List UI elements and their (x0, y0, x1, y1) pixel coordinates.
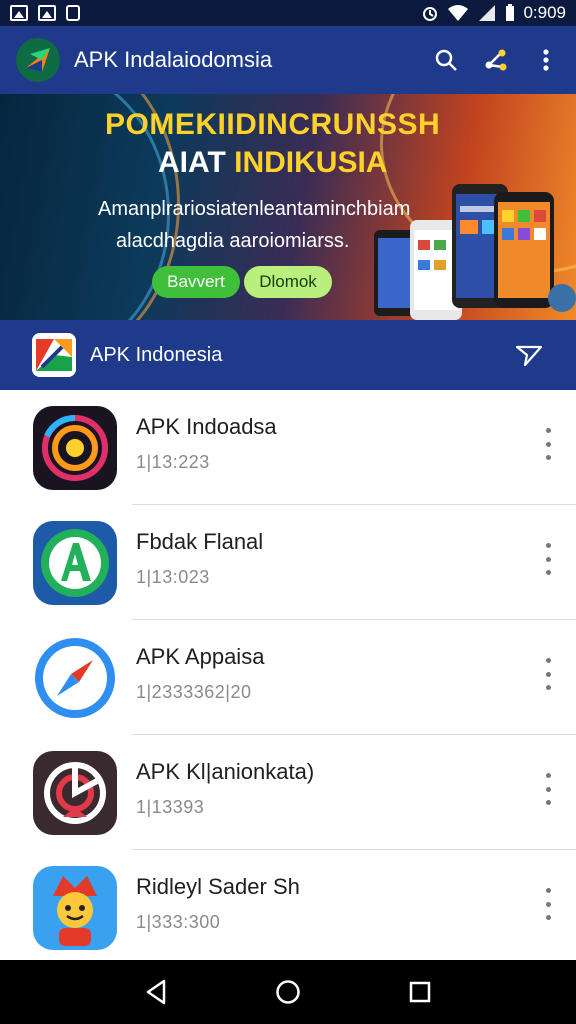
app-list: APK Indoadsa 1|13:223 Fbdak Flanal 1|13:… (0, 390, 576, 965)
phones-illustration (374, 184, 576, 320)
signal-icon (479, 5, 496, 21)
recents-icon[interactable] (405, 977, 435, 1007)
search-icon[interactable] (432, 46, 460, 74)
app-icon-target (33, 750, 117, 835)
section-title: APK Indonesia (90, 343, 223, 366)
app-icon-character (33, 865, 117, 950)
app-logo-icon[interactable] (16, 38, 60, 82)
app-name: Fbdak Flanal (136, 529, 264, 554)
banner-headline-2: AIAT INDIKUSIA (158, 146, 387, 180)
alarm-icon (423, 7, 438, 21)
status-bar: 0:909 (0, 0, 576, 26)
item-more-icon[interactable] (540, 773, 556, 805)
app-meta: 1|13:223 (136, 452, 210, 472)
app-title: APK Indalaiodomsia (74, 47, 273, 72)
image-icon (38, 5, 56, 21)
item-more-icon[interactable] (540, 428, 556, 460)
app-bar: APK Indalaiodomsia (0, 26, 576, 94)
app-icon-letter-a (33, 520, 117, 605)
app-icon-compass (33, 635, 117, 720)
banner-headline: POMEKIIDINCRUNSSH (105, 108, 441, 141)
app-name: Ridleyl Sader Sh (136, 874, 300, 899)
list-item[interactable]: APK Appaisa 1|2333362|20 (0, 620, 576, 735)
status-time: 0:909 (523, 3, 566, 22)
list-item[interactable]: Ridleyl Sader Sh 1|333:300 (0, 850, 576, 965)
more-vert-icon[interactable] (532, 46, 560, 74)
wifi-icon (448, 5, 469, 21)
banner-secondary-button[interactable]: Dlomok (244, 266, 332, 298)
promo-banner[interactable]: POMEKIIDINCRUNSSH AIAT INDIKUSIA Amanplr… (0, 94, 576, 320)
banner-subtitle: Amanplrariosiatenleantaminchbiam (98, 198, 411, 220)
lock-icon (66, 5, 80, 21)
section-header: APK Indonesia (0, 320, 576, 390)
system-nav-bar (0, 960, 576, 1024)
banner-primary-button[interactable]: Bavvert (152, 266, 240, 298)
item-more-icon[interactable] (540, 888, 556, 920)
filter-send-icon[interactable] (514, 340, 544, 370)
app-meta: 1|13393 (136, 797, 205, 817)
back-icon[interactable] (141, 977, 171, 1007)
share-icon[interactable] (482, 46, 510, 74)
app-name: APK Kl|anionkata) (136, 759, 315, 784)
app-name: APK Appaisa (136, 644, 265, 669)
image-icon (10, 5, 28, 21)
list-item[interactable]: APK Indoadsa 1|13:223 (0, 390, 576, 505)
app-icon-spiral (33, 405, 117, 490)
home-icon[interactable] (273, 977, 303, 1007)
apk-indonesia-logo-icon (32, 333, 76, 377)
banner-subtitle-2: alacdhagdia aaroiomiarss. (116, 230, 350, 252)
app-name: APK Indoadsa (136, 414, 277, 439)
app-meta: 1|2333362|20 (136, 682, 252, 702)
item-more-icon[interactable] (540, 543, 556, 575)
battery-icon (506, 4, 515, 21)
list-item[interactable]: APK Kl|anionkata) 1|13393 (0, 735, 576, 850)
banner-headline-2-yellow: INDIKUSIA (234, 146, 388, 179)
banner-headline-2-white: AIAT (158, 146, 226, 179)
item-more-icon[interactable] (540, 658, 556, 690)
app-meta: 1|333:300 (136, 912, 221, 932)
app-meta: 1|13:023 (136, 567, 210, 587)
list-item[interactable]: Fbdak Flanal 1|13:023 (0, 505, 576, 620)
